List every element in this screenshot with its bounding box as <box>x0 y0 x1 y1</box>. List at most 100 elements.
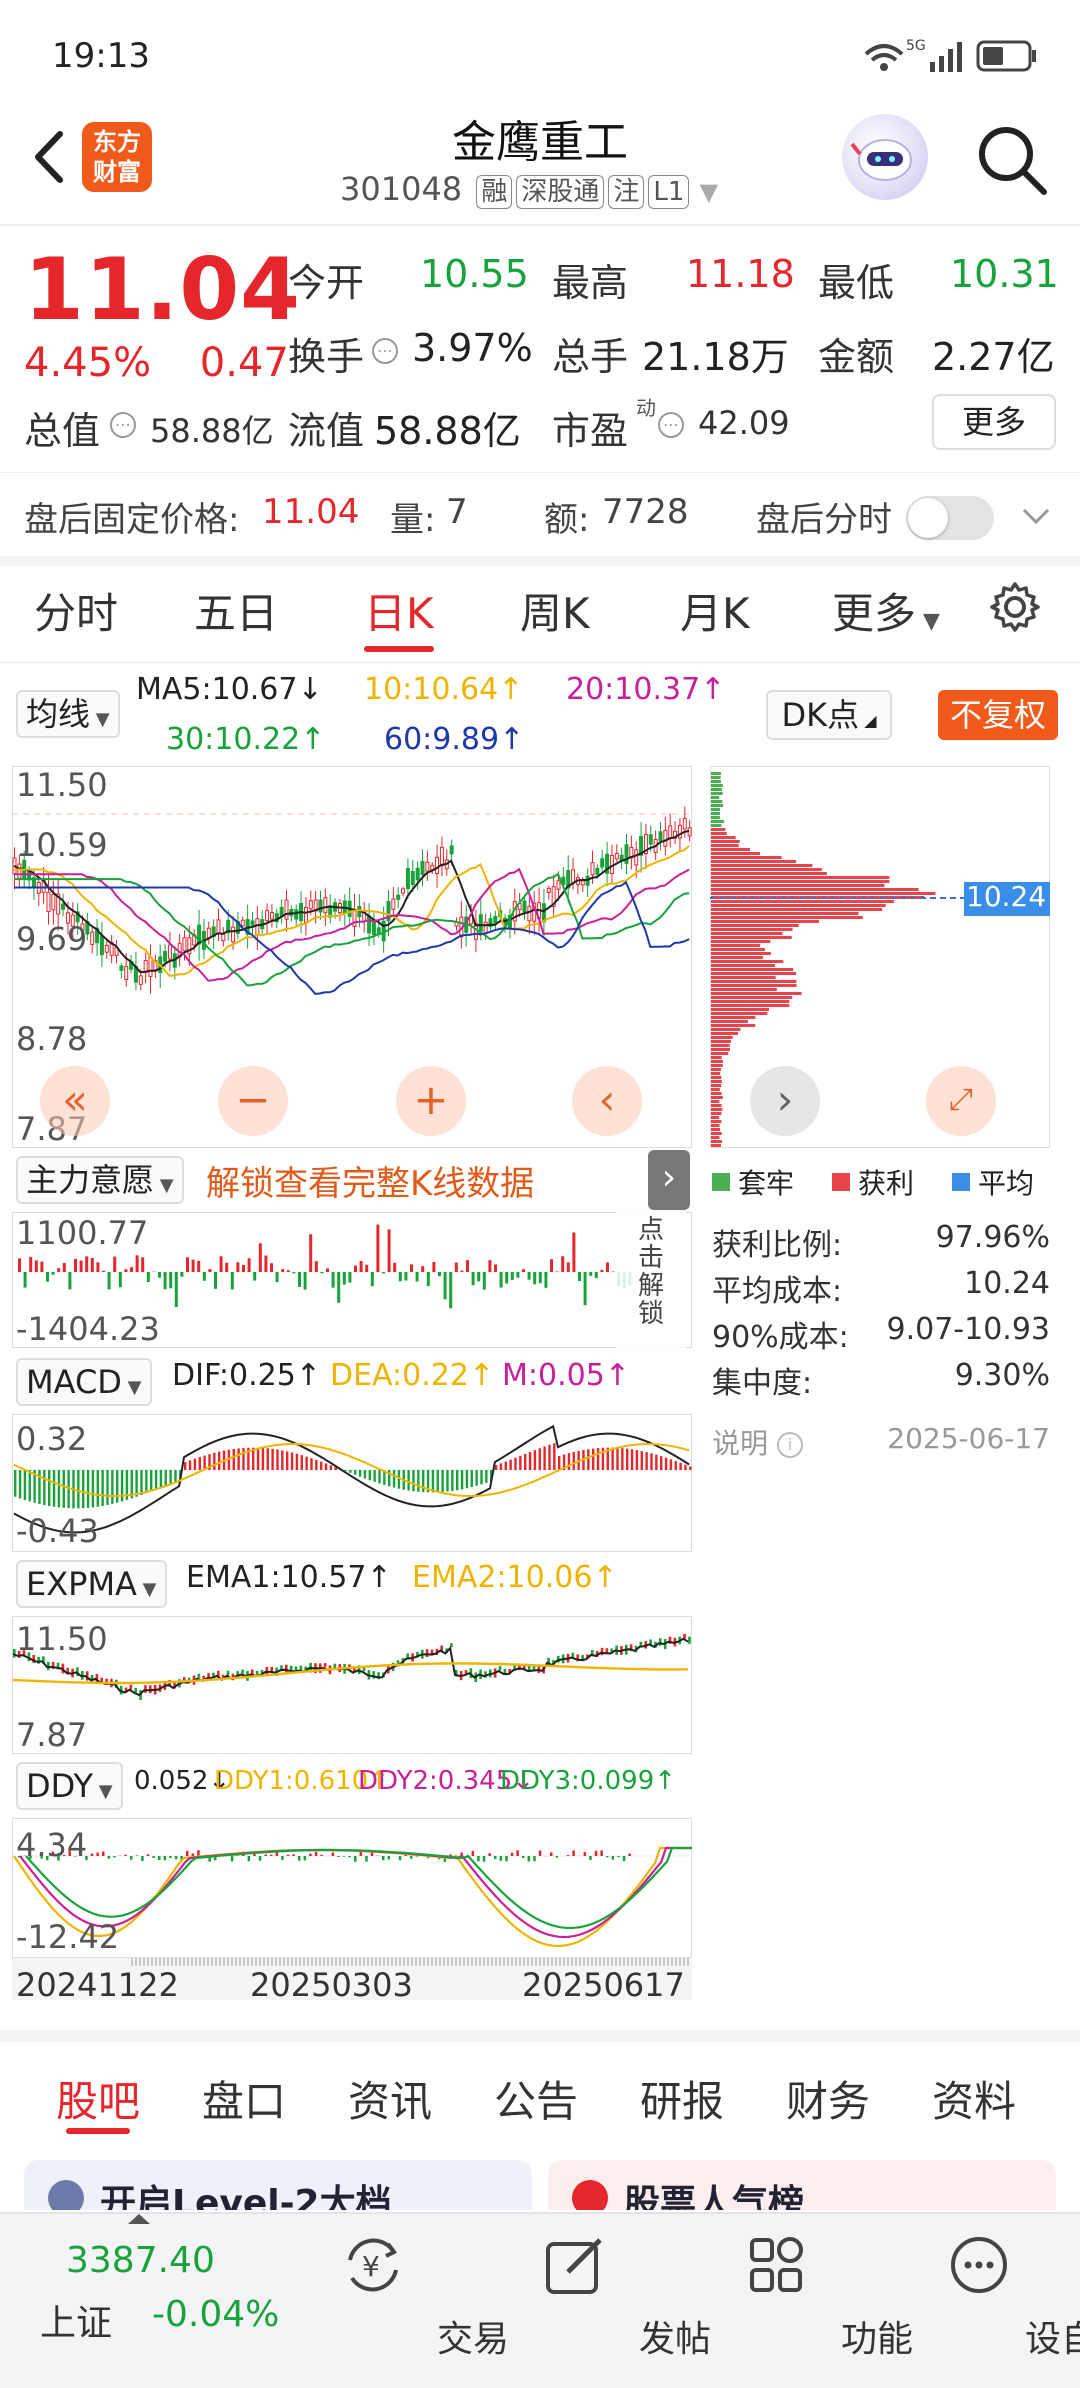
macd-min: -0.43 <box>16 1512 99 1550</box>
chip-bar <box>711 788 722 791</box>
candle-body <box>104 944 109 953</box>
post-button[interactable]: 发帖 <box>510 2214 711 2384</box>
ddy-bar <box>281 1856 284 1860</box>
candle-body <box>483 921 488 934</box>
macd-dif: DIF:0.25↑ <box>172 1358 321 1393</box>
macd-selector[interactable]: MACD ▼ <box>16 1358 152 1406</box>
candle-body <box>17 863 22 879</box>
ddy-bar <box>96 1852 99 1856</box>
macd-bar <box>329 1465 333 1470</box>
assistant-avatar-icon[interactable] <box>842 114 928 200</box>
chip-bar <box>711 796 720 799</box>
status-icons: 5G <box>864 38 1036 72</box>
macd-bar <box>655 1454 658 1470</box>
chip-bar <box>711 884 885 887</box>
macd-bar <box>592 1448 595 1470</box>
main-force-bar <box>270 1263 273 1272</box>
trade-button[interactable]: ¥ 交易 <box>308 2214 509 2384</box>
dk-points-button[interactable]: DK点 ◢ <box>766 690 892 740</box>
tab-profile[interactable]: 资料 <box>932 2068 1016 2129</box>
popularity-card[interactable]: 股票人气榜 <box>548 2160 1056 2210</box>
expand-panel-icon[interactable]: › <box>648 1150 690 1210</box>
tab-announcements[interactable]: 公告 <box>494 2068 578 2129</box>
chevron-down-icon[interactable]: ▼ <box>700 178 718 206</box>
mktcap-info-icon[interactable]: ⋯ <box>110 412 136 438</box>
chip-next-icon[interactable]: › <box>750 1066 820 1136</box>
tab-monthly-k[interactable]: 月K <box>680 580 750 641</box>
tab-five-day[interactable]: 五日 <box>194 580 278 641</box>
open-value: 10.55 <box>420 252 529 296</box>
expma-selector[interactable]: EXPMA ▼ <box>16 1560 167 1608</box>
macd-bar <box>465 1470 469 1489</box>
ddy-bar <box>606 1856 609 1858</box>
chip-bar <box>711 1100 720 1103</box>
kline-y-label-2: 10.59 <box>16 826 108 864</box>
turnover-info-icon[interactable]: ⋯ <box>372 338 398 364</box>
main-force-bar <box>589 1272 593 1276</box>
chip-bar <box>711 904 886 907</box>
adjust-mode-button[interactable]: 不复权 <box>938 690 1058 740</box>
chip-bar <box>711 792 723 795</box>
expma-selector-label: EXPMA <box>26 1565 137 1603</box>
settings-gear-icon[interactable] <box>988 580 1042 634</box>
macd-bar <box>261 1447 265 1470</box>
tab-order-book[interactable]: 盘口 <box>202 2068 286 2129</box>
status-bar: 19:13 5G <box>0 0 1080 100</box>
chip-bar <box>711 980 797 983</box>
macd-bar <box>519 1455 522 1470</box>
chip-bar <box>711 816 720 819</box>
zoom-in-icon[interactable]: + <box>396 1066 466 1136</box>
ddy-selector[interactable]: DDY ▼ <box>16 1762 123 1810</box>
note-link[interactable]: 说明 i <box>712 1422 803 1462</box>
tab-financials[interactable]: 财务 <box>786 2068 870 2129</box>
tab-research[interactable]: 研报 <box>640 2068 724 2129</box>
candle-body <box>216 919 221 935</box>
functions-button[interactable]: 功能 <box>712 2214 913 2384</box>
macd-bar <box>295 1453 299 1470</box>
ma-selector[interactable]: 均线 ▼ <box>16 690 120 738</box>
chip-bar <box>711 1000 790 1003</box>
ddy-bar <box>398 1856 402 1861</box>
chevron-down-icon[interactable] <box>1020 504 1052 528</box>
expand-up-icon[interactable] <box>126 2212 152 2226</box>
after-hours-amt-label: 额: <box>544 500 590 540</box>
click-unlock-side[interactable]: 点击解锁 <box>616 1212 686 1348</box>
candle-body <box>668 825 673 839</box>
macd-bar <box>640 1451 643 1470</box>
after-hours-toggle[interactable] <box>906 496 994 540</box>
tab-weekly-k[interactable]: 周K <box>520 580 590 641</box>
expma-candle <box>265 1666 269 1675</box>
pe-info-icon[interactable]: ⋯ <box>658 412 684 438</box>
level2-card[interactable]: 开启Level-2大档 <box>24 2160 532 2210</box>
add-watchlist-button[interactable]: 设自选 <box>914 2214 1080 2384</box>
macd-bar <box>533 1450 537 1470</box>
last-price: 11.04 <box>24 240 302 340</box>
more-quote-button[interactable]: 更多 <box>932 394 1056 450</box>
main-force-bar <box>51 1272 55 1275</box>
macd-bar <box>48 1470 51 1506</box>
main-force-bar <box>286 1270 290 1272</box>
candle-body <box>294 909 299 920</box>
expand-icon[interactable]: ⤢ <box>926 1066 996 1136</box>
unlock-kline-link[interactable]: 解锁查看完整K线数据 <box>206 1156 534 1205</box>
scroll-left-icon[interactable]: ‹ <box>572 1066 642 1136</box>
tab-daily-k[interactable]: 日K <box>364 580 434 641</box>
macd-bar <box>135 1470 138 1497</box>
main-force-selector[interactable]: 主力意愿 ▼ <box>16 1156 184 1204</box>
high-value: 11.18 <box>686 252 795 296</box>
tab-news[interactable]: 资讯 <box>348 2068 432 2129</box>
main-force-bar <box>415 1272 419 1282</box>
stock-subline: 301048 融深股通注 L1 ▼ <box>340 170 718 209</box>
tab-timeshare[interactable]: 分时 <box>34 580 118 641</box>
tab-more[interactable]: 更多 ▼ <box>832 580 940 641</box>
search-icon[interactable] <box>972 120 1052 200</box>
scroll-left-fast-icon[interactable]: « <box>40 1066 110 1136</box>
index-value[interactable]: 3387.40 <box>66 2240 215 2281</box>
level2-icon <box>48 2180 84 2210</box>
chip-bar <box>711 1144 721 1147</box>
macd-bar <box>689 1466 692 1470</box>
tag-level: L1 <box>648 175 690 209</box>
stock-code: 301048 <box>340 170 463 208</box>
zoom-out-icon[interactable]: − <box>218 1066 288 1136</box>
tab-forum[interactable]: 股吧 <box>56 2068 140 2129</box>
